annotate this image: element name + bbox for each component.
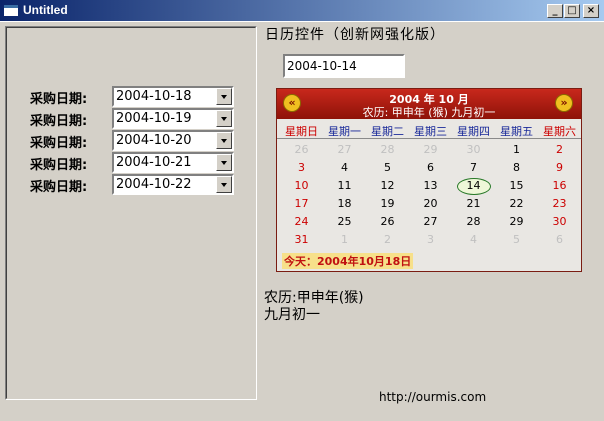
day-cell[interactable]: 12 (366, 177, 409, 195)
window-title: Untitled (23, 3, 68, 17)
day-cell[interactable]: 19 (366, 195, 409, 213)
purchase-date-label: 采购日期: (30, 180, 88, 195)
purchase-date-combo[interactable]: 2004-10-19 (112, 108, 234, 129)
calendar-title: 日历控件（创新网强化版） (265, 27, 445, 43)
day-cell[interactable]: 28 (452, 213, 495, 231)
purchase-date-value[interactable]: 2004-10-19 (116, 111, 192, 126)
weekday-label: 星期六 (543, 125, 576, 138)
purchase-date-combo[interactable]: 2004-10-20 (112, 130, 234, 151)
day-cell[interactable]: 11 (323, 177, 366, 195)
day-cell[interactable]: 22 (495, 195, 538, 213)
calendar-footer: 今天：2004年10月18日 (277, 249, 581, 271)
day-cell[interactable]: 7 (452, 159, 495, 177)
calendar-header: « 2004 年 10 月 农历: 甲申年 (猴) 九月初一 » (277, 89, 581, 119)
date-input[interactable]: 2004-10-14 (283, 54, 405, 78)
day-cell[interactable]: 17 (280, 195, 323, 213)
day-cell-other-month[interactable]: 3 (409, 231, 452, 249)
day-cell[interactable]: 29 (495, 213, 538, 231)
purchase-date-label: 采购日期: (30, 92, 88, 107)
purchase-date-value[interactable]: 2004-10-21 (116, 155, 192, 170)
minimize-button[interactable]: _ (547, 4, 563, 18)
weekday-header: 星期日 星期一 星期二 星期三 星期四 星期五 星期六 (277, 121, 581, 139)
weekday-label: 星期二 (371, 125, 404, 138)
day-cell[interactable]: 23 (538, 195, 581, 213)
day-cell[interactable]: 27 (409, 213, 452, 231)
purchase-date-combo[interactable]: 2004-10-22 (112, 174, 234, 195)
day-cell[interactable]: 16 (538, 177, 581, 195)
footer-url[interactable]: http://ourmis.com (379, 390, 486, 404)
day-cell[interactable]: 20 (409, 195, 452, 213)
today-link[interactable]: 今天：2004年10月18日 (282, 253, 414, 269)
title-bar: Untitled _ □ × (0, 0, 604, 22)
day-cell[interactable]: 25 (323, 213, 366, 231)
day-cell-other-month[interactable]: 26 (280, 141, 323, 159)
day-cell[interactable]: 26 (366, 213, 409, 231)
day-cell[interactable]: 2 (538, 141, 581, 159)
purchase-date-label: 采购日期: (30, 114, 88, 129)
day-cell[interactable]: 3 (280, 159, 323, 177)
weekday-label: 星期四 (457, 125, 490, 138)
dropdown-arrow-icon[interactable] (216, 154, 232, 171)
purchase-date-label: 采购日期: (30, 158, 88, 173)
day-cell[interactable]: 31 (280, 231, 323, 249)
day-cell[interactable]: 9 (538, 159, 581, 177)
day-cell-other-month[interactable]: 30 (452, 141, 495, 159)
weekday-label: 星期一 (328, 125, 361, 138)
day-cell[interactable]: 10 (280, 177, 323, 195)
day-cell-other-month[interactable]: 28 (366, 141, 409, 159)
dropdown-arrow-icon[interactable] (216, 110, 232, 127)
next-month-button[interactable]: » (555, 94, 573, 112)
day-cell[interactable]: 14 (452, 177, 495, 195)
purchase-date-combo[interactable]: 2004-10-18 (112, 86, 234, 107)
day-cell-other-month[interactable]: 4 (452, 231, 495, 249)
close-button[interactable]: × (583, 4, 599, 18)
purchase-date-combo[interactable]: 2004-10-21 (112, 152, 234, 173)
purchase-date-value[interactable]: 2004-10-20 (116, 133, 192, 148)
day-cell[interactable]: 21 (452, 195, 495, 213)
header-lunar-label: 农历: 甲申年 (猴) 九月初一 (362, 106, 496, 119)
day-cell-other-month[interactable]: 29 (409, 141, 452, 159)
left-panel (5, 26, 257, 400)
dropdown-arrow-icon[interactable] (216, 176, 232, 193)
dropdown-arrow-icon[interactable] (216, 132, 232, 149)
day-cell[interactable]: 5 (366, 159, 409, 177)
weekday-label: 星期三 (414, 125, 447, 138)
purchase-date-value[interactable]: 2004-10-18 (116, 89, 192, 104)
day-cell-other-month[interactable]: 27 (323, 141, 366, 159)
day-cell-other-month[interactable]: 1 (323, 231, 366, 249)
dropdown-arrow-icon[interactable] (216, 88, 232, 105)
day-cell[interactable]: 8 (495, 159, 538, 177)
day-cell[interactable]: 30 (538, 213, 581, 231)
day-cell-other-month[interactable]: 6 (538, 231, 581, 249)
day-cell[interactable]: 1 (495, 141, 538, 159)
day-cell[interactable]: 18 (323, 195, 366, 213)
lunar-info-line1: 农历:甲申年(猴) (264, 290, 364, 306)
day-cell[interactable]: 15 (495, 177, 538, 195)
lunar-info-line2: 九月初一 (264, 307, 320, 323)
weekday-label: 星期日 (285, 125, 318, 138)
day-cell[interactable]: 4 (323, 159, 366, 177)
purchase-date-value[interactable]: 2004-10-22 (116, 177, 192, 192)
day-cell-other-month[interactable]: 2 (366, 231, 409, 249)
day-cell[interactable]: 6 (409, 159, 452, 177)
app-icon (4, 5, 18, 16)
maximize-button[interactable]: □ (564, 4, 580, 18)
day-cell[interactable]: 13 (409, 177, 452, 195)
lunar-info: 农历:甲申年(猴) 九月初一 (264, 290, 364, 324)
purchase-date-label: 采购日期: (30, 136, 88, 151)
calendar-popup: « 2004 年 10 月 农历: 甲申年 (猴) 九月初一 » 星期日 星期一星… (276, 88, 582, 272)
day-cell-other-month[interactable]: 5 (495, 231, 538, 249)
day-cell[interactable]: 24 (280, 213, 323, 231)
weekday-label: 星期五 (500, 125, 533, 138)
